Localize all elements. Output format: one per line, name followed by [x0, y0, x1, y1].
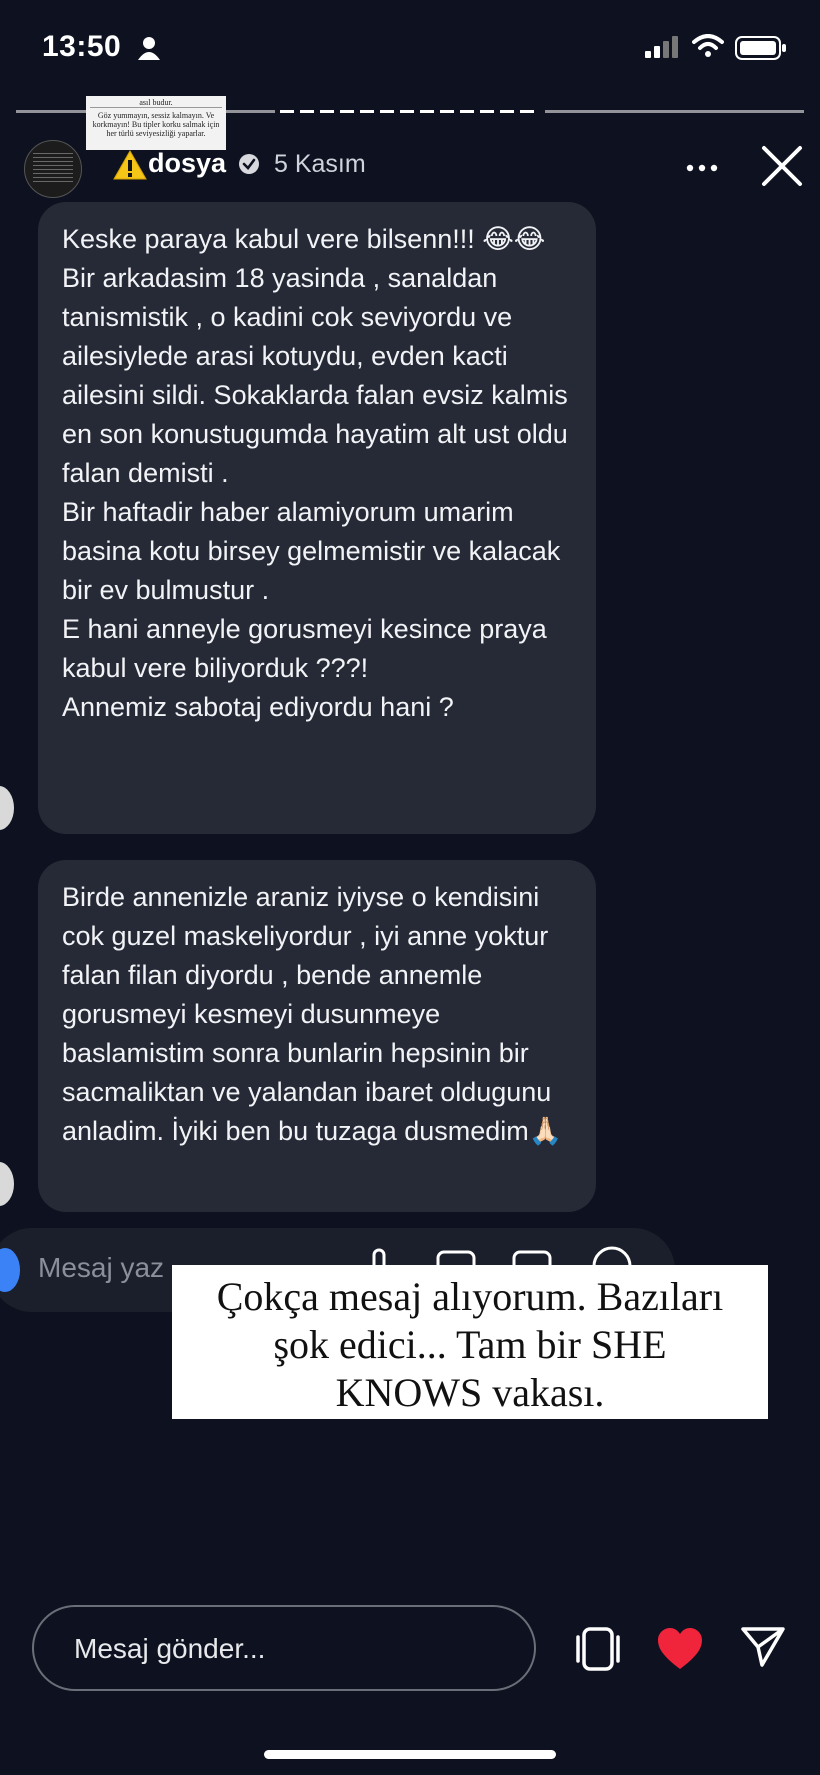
send-icon[interactable]	[740, 1625, 786, 1669]
person-icon	[138, 37, 160, 60]
message-bubble: Keske paraya kabul vere bilsenn!!! 😂😂 Bi…	[38, 202, 596, 834]
message-composer[interactable]: Mesaj gönder...	[32, 1605, 536, 1691]
composer-placeholder: Mesaj gönder...	[74, 1633, 266, 1664]
heart-icon[interactable]	[656, 1627, 704, 1671]
story-header: dosya 5 Kasım	[0, 136, 820, 198]
username[interactable]: dosya	[148, 148, 226, 179]
home-indicator[interactable]	[264, 1750, 556, 1759]
warning-icon	[113, 150, 147, 180]
sender-avatar	[0, 786, 14, 830]
story-date: 5 Kasım	[274, 150, 366, 178]
wifi-icon	[692, 34, 724, 57]
signal-icon	[645, 36, 678, 58]
thumbnail-note-top: asıl budur.	[90, 98, 222, 108]
close-icon[interactable]	[760, 144, 804, 188]
status-time: 13:50	[42, 30, 122, 63]
more-options-icon[interactable]	[686, 164, 718, 172]
sender-avatar	[0, 1162, 14, 1206]
progress-segment	[544, 110, 804, 113]
status-bar: 13:50	[0, 0, 820, 96]
inner-composer-placeholder: Mesaj yaz	[38, 1252, 165, 1283]
thumbnail-note-body: Göz yummayın, sessiz kalmayın. Ve korkma…	[92, 111, 220, 138]
sticker-icon[interactable]	[574, 1627, 622, 1671]
verified-badge-icon	[239, 154, 259, 174]
avatar[interactable]	[24, 140, 82, 198]
message-bubble: Birde annenizle araniz iyiyse o kendisin…	[38, 860, 596, 1212]
battery-icon	[735, 36, 786, 60]
progress-segment	[280, 110, 540, 113]
story-caption: Çokça mesaj alıyorum. Bazıları şok edici…	[172, 1265, 768, 1419]
